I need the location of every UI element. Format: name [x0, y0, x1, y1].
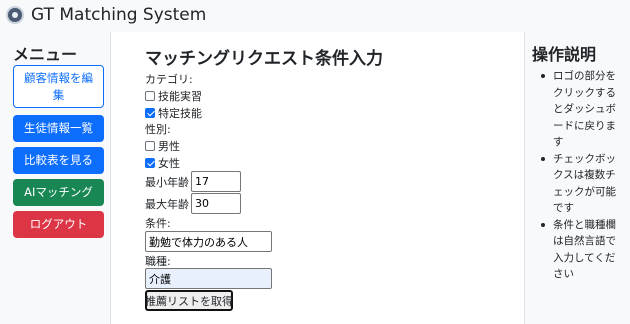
- max-age-label: 最大年齢: [145, 197, 189, 211]
- checkbox-label: 特定技能: [158, 106, 202, 120]
- gender-option-male[interactable]: 男性: [145, 138, 180, 153]
- checkbox-label: 男性: [158, 139, 180, 153]
- min-age-label: 最小年齢: [145, 175, 189, 189]
- main-content: マッチングリクエスト条件入力 カテゴリ: 技能実習 特定技能 性別: 男性 女性…: [111, 32, 524, 324]
- comparison-table-button[interactable]: 比較表を見る: [13, 147, 104, 174]
- job-label: 職種:: [145, 255, 171, 268]
- checkbox[interactable]: [145, 90, 155, 101]
- student-list-button[interactable]: 生徒情報一覧: [13, 115, 104, 142]
- top-navbar: GT Matching System: [0, 0, 630, 32]
- min-age-row: 最小年齢: [145, 171, 241, 192]
- checkbox-label: 女性: [158, 156, 180, 170]
- min-age-input[interactable]: [191, 171, 241, 192]
- category-option-ginou-jisshu[interactable]: 技能実習: [145, 88, 202, 103]
- logout-button[interactable]: ログアウト: [13, 211, 104, 238]
- help-item: ロゴの部分をクリックするとダッシュボードに戻ります: [539, 68, 625, 151]
- help-heading: 操作説明: [532, 45, 597, 64]
- logo-icon[interactable]: [6, 6, 24, 24]
- checkbox[interactable]: [145, 157, 155, 168]
- checkbox[interactable]: [145, 107, 155, 118]
- max-age-input[interactable]: [191, 193, 241, 214]
- checkbox-label: 技能実習: [158, 89, 202, 103]
- help-list: ロゴの部分をクリックするとダッシュボードに戻ります チェックボックスは複数チェッ…: [539, 68, 625, 283]
- help-panel: 操作説明 ロゴの部分をクリックするとダッシュボードに戻ります チェックボックスは…: [524, 32, 630, 324]
- gender-label: 性別:: [145, 123, 171, 136]
- get-recommendations-button[interactable]: 推薦リストを取得: [145, 290, 233, 311]
- edit-customer-button[interactable]: 顧客情報を編集: [13, 65, 104, 108]
- job-input[interactable]: [145, 268, 272, 289]
- condition-label: 条件:: [145, 217, 171, 230]
- checkbox[interactable]: [145, 140, 155, 151]
- help-item: 条件と職種欄は自然言語で入力してください: [539, 217, 625, 283]
- max-age-row: 最大年齢: [145, 193, 241, 214]
- sidebar: メニュー 顧客情報を編集 生徒情報一覧 比較表を見る AIマッチング ログアウト: [0, 32, 111, 324]
- gender-option-female[interactable]: 女性: [145, 155, 180, 170]
- ai-matching-button[interactable]: AIマッチング: [13, 179, 104, 206]
- app-title[interactable]: GT Matching System: [31, 5, 206, 25]
- category-label: カテゴリ:: [145, 73, 193, 86]
- page-title: マッチングリクエスト条件入力: [145, 49, 383, 69]
- category-option-tokutei-ginou[interactable]: 特定技能: [145, 105, 202, 120]
- sidebar-heading: メニュー: [13, 45, 78, 64]
- condition-input[interactable]: [145, 231, 272, 252]
- help-item: チェックボックスは複数チェックが可能です: [539, 151, 625, 217]
